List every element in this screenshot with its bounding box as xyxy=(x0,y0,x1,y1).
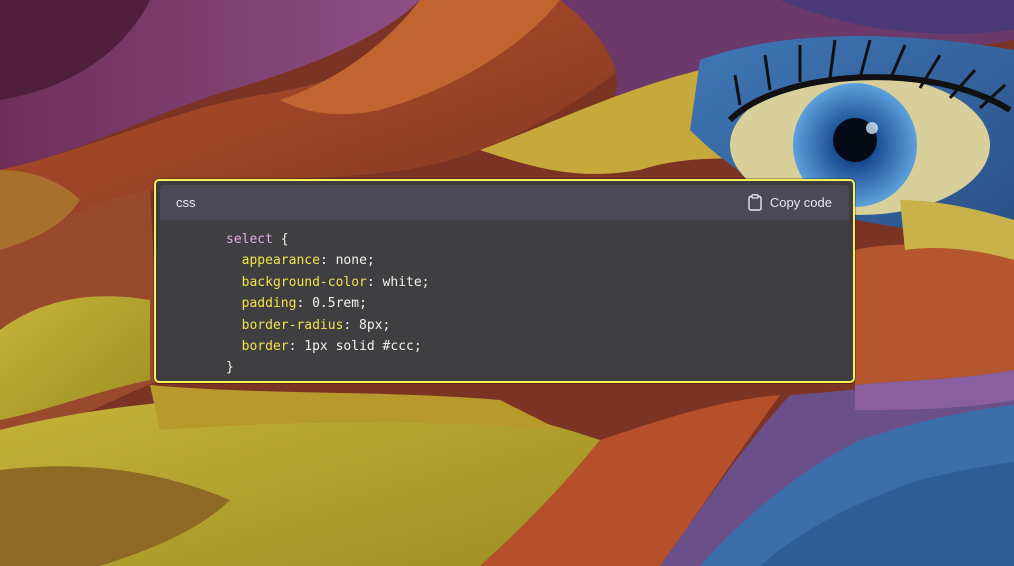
code-line: appearance: none; xyxy=(241,253,375,269)
clipboard-icon xyxy=(748,194,762,211)
code-selector: select xyxy=(226,232,273,247)
code-line: } xyxy=(226,360,234,376)
code-block-header: css Copy code xyxy=(160,185,849,220)
code-line: border-radius: 8px; xyxy=(241,317,391,333)
copy-code-label: Copy code xyxy=(769,195,832,210)
code-content[interactable]: select { appearance: none; background-co… xyxy=(160,220,849,377)
code-line: border: 1px solid #ccc; xyxy=(241,339,422,355)
code-line: select { xyxy=(226,232,289,247)
language-label: css xyxy=(176,195,196,210)
code-block: css Copy code select { appearance: none;… xyxy=(154,179,855,383)
code-property: background-color xyxy=(241,274,367,290)
code-line: padding: 0.5rem; xyxy=(241,296,367,312)
code-line: background-color: white; xyxy=(241,274,430,290)
code-property: appearance xyxy=(241,253,320,269)
code-property: padding xyxy=(241,296,297,312)
code-property: border xyxy=(241,339,289,355)
code-property: border-radius xyxy=(241,317,344,333)
copy-code-button[interactable]: Copy code xyxy=(748,194,832,211)
